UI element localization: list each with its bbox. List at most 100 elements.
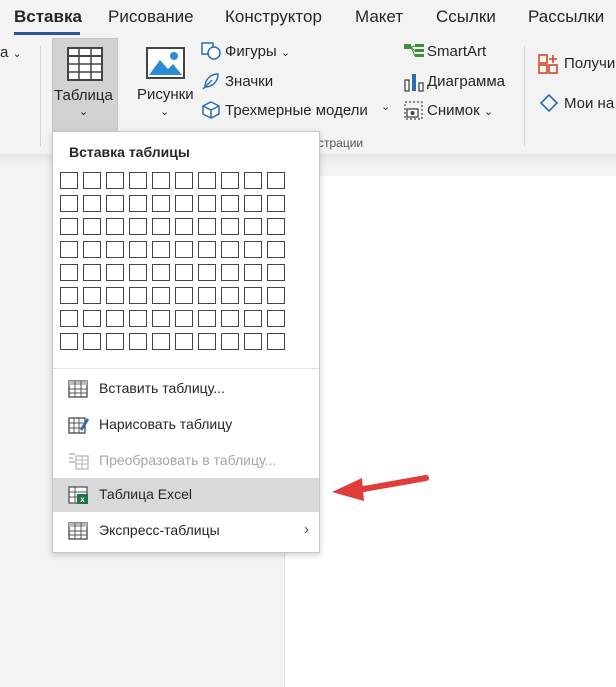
grid-cell[interactable] [106,264,124,281]
grid-cell[interactable] [175,218,193,235]
get-addins-button[interactable]: Получи [564,55,615,72]
grid-cell[interactable] [175,264,193,281]
grid-cell[interactable] [244,241,262,258]
grid-cell[interactable] [152,241,170,258]
grid-cell[interactable] [60,287,78,304]
grid-cell[interactable] [83,195,101,212]
grid-cell[interactable] [175,310,193,327]
grid-cell[interactable] [129,218,147,235]
grid-cell[interactable] [129,195,147,212]
grid-cell[interactable] [60,310,78,327]
grid-cell[interactable] [152,195,170,212]
grid-cell[interactable] [106,333,124,350]
grid-cell[interactable] [267,241,285,258]
grid-cell[interactable] [106,172,124,189]
grid-cell[interactable] [198,241,216,258]
grid-cell[interactable] [152,310,170,327]
grid-cell[interactable] [60,195,78,212]
grid-cell[interactable] [83,218,101,235]
screenshot-button[interactable]: Снимок ⌄ [427,102,493,119]
grid-cell[interactable] [152,287,170,304]
grid-cell[interactable] [267,172,285,189]
chart-button[interactable]: Диаграмма [427,73,505,90]
table-button[interactable]: Таблица ⌄ [52,38,118,134]
grid-cell[interactable] [60,264,78,281]
document-page[interactable] [284,176,616,687]
grid-cell[interactable] [267,287,285,304]
grid-cell[interactable] [60,241,78,258]
grid-cell[interactable] [83,287,101,304]
grid-cell[interactable] [106,241,124,258]
grid-cell[interactable] [152,264,170,281]
models-3d-button[interactable]: Трехмерные модели [225,102,368,119]
grid-cell[interactable] [221,218,239,235]
tab-layout[interactable]: Макет [355,7,403,27]
grid-cell[interactable] [129,333,147,350]
grid-cell[interactable] [198,287,216,304]
pictures-icon[interactable] [146,46,186,80]
menu-item-quick-tables[interactable]: Экспресс-таблицы › [53,514,319,548]
grid-cell[interactable] [198,333,216,350]
menu-item-excel-table[interactable]: x Таблица Excel [53,478,319,512]
grid-cell[interactable] [129,241,147,258]
grid-cell[interactable] [198,172,216,189]
grid-cell[interactable] [83,333,101,350]
grid-cell[interactable] [198,218,216,235]
ribbon-partial-button[interactable]: а ⌄ [0,44,22,61]
grid-cell[interactable] [152,218,170,235]
grid-cell[interactable] [221,310,239,327]
grid-cell[interactable] [244,333,262,350]
grid-cell[interactable] [221,264,239,281]
menu-item-draw-table[interactable]: Нарисовать таблицу [53,408,319,442]
grid-cell[interactable] [267,310,285,327]
grid-cell[interactable] [60,172,78,189]
grid-cell[interactable] [221,195,239,212]
grid-cell[interactable] [175,333,193,350]
grid-cell[interactable] [60,218,78,235]
grid-cell[interactable] [129,287,147,304]
tab-insert[interactable]: Вставка [14,7,82,27]
grid-cell[interactable] [244,264,262,281]
shapes-button[interactable]: Фигуры ⌄ [225,43,290,60]
menu-item-insert-table[interactable]: Вставить таблицу... [53,372,319,406]
grid-cell[interactable] [152,333,170,350]
grid-cell[interactable] [267,195,285,212]
grid-cell[interactable] [106,218,124,235]
icons-button[interactable]: Значки [225,73,273,90]
my-addins-button[interactable]: Мои на [564,95,614,112]
grid-cell[interactable] [198,310,216,327]
grid-cell[interactable] [129,264,147,281]
grid-cell[interactable] [152,172,170,189]
grid-cell[interactable] [106,195,124,212]
tab-mailings[interactable]: Рассылки [528,7,604,27]
grid-cell[interactable] [221,287,239,304]
tab-design[interactable]: Конструктор [225,7,322,27]
grid-cell[interactable] [83,172,101,189]
grid-cell[interactable] [106,287,124,304]
grid-cell[interactable] [244,218,262,235]
grid-cell[interactable] [83,264,101,281]
grid-cell[interactable] [221,333,239,350]
grid-cell[interactable] [267,264,285,281]
grid-cell[interactable] [106,310,124,327]
grid-cell[interactable] [175,241,193,258]
grid-cell[interactable] [244,310,262,327]
grid-cell[interactable] [198,195,216,212]
grid-cell[interactable] [267,218,285,235]
grid-cell[interactable] [267,333,285,350]
grid-cell[interactable] [83,310,101,327]
tab-draw[interactable]: Рисование [108,7,194,27]
tab-references[interactable]: Ссылки [436,7,496,27]
grid-cell[interactable] [129,310,147,327]
grid-cell[interactable] [244,172,262,189]
grid-cell[interactable] [175,287,193,304]
grid-cell[interactable] [175,195,193,212]
chevron-down-icon[interactable]: ⌄ [381,100,390,113]
grid-cell[interactable] [221,172,239,189]
grid-cell[interactable] [175,172,193,189]
grid-cell[interactable] [83,241,101,258]
pictures-label[interactable]: Рисунки [137,86,194,103]
grid-cell[interactable] [60,333,78,350]
grid-cell[interactable] [244,195,262,212]
grid-cell[interactable] [198,264,216,281]
